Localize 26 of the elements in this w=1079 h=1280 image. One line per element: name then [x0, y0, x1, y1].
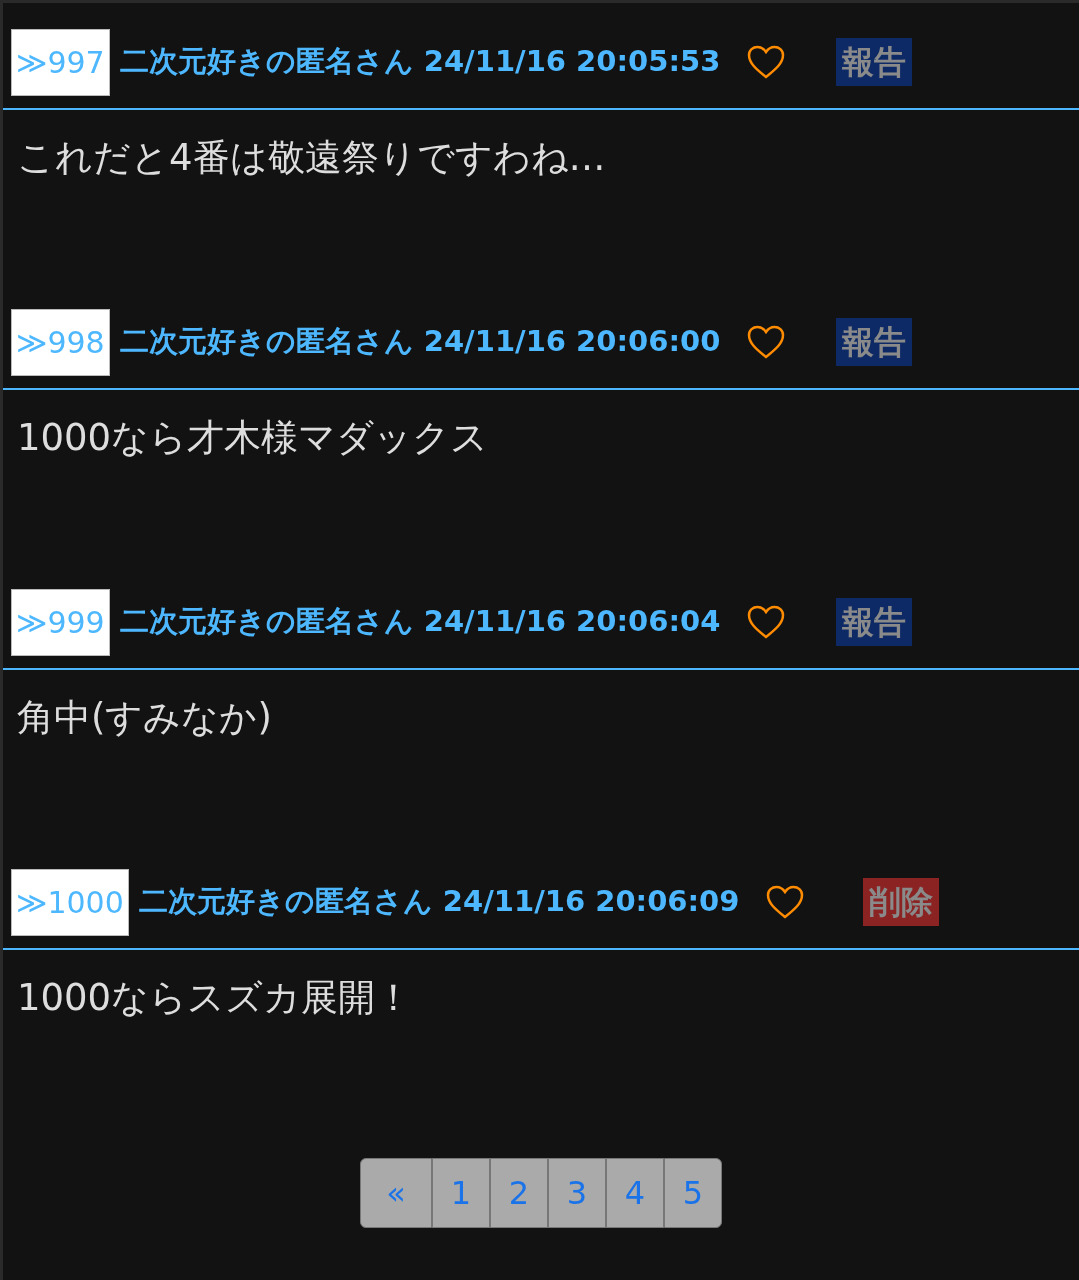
post-number-link[interactable]: ≫1000	[11, 868, 129, 936]
post-body-text: 1000なら才木様マダックス	[16, 415, 490, 461]
previous-page-button[interactable]: «	[360, 1158, 432, 1228]
page-link[interactable]: 5	[664, 1158, 722, 1228]
post-body-text: 角中(すみなか)	[16, 695, 273, 741]
post-body-text: 1000ならスズカ展開！	[16, 975, 414, 1021]
report-button[interactable]: 報告	[836, 317, 913, 367]
page-link[interactable]: 2	[490, 1158, 548, 1228]
post-number-link[interactable]: ≫999	[11, 588, 110, 656]
post-body-text: これだと4番は敬遠祭りですわね…	[16, 135, 607, 181]
delete-button[interactable]: 削除	[863, 877, 940, 927]
page-link[interactable]: 4	[606, 1158, 664, 1228]
author-and-date: 二次元好きの匿名さん 24/11/16 20:05:53	[119, 43, 721, 81]
page-link[interactable]: 1	[432, 1158, 490, 1228]
page-link[interactable]: 3	[548, 1158, 606, 1228]
heart-icon[interactable]	[746, 604, 787, 640]
author-and-date: 二次元好きの匿名さん 24/11/16 20:06:09	[138, 883, 740, 921]
report-button[interactable]: 報告	[836, 37, 913, 87]
post-number-link[interactable]: ≫997	[11, 28, 110, 96]
post-number-link[interactable]: ≫998	[11, 308, 110, 376]
heart-icon[interactable]	[746, 324, 787, 360]
report-button[interactable]: 報告	[836, 597, 913, 647]
author-and-date: 二次元好きの匿名さん 24/11/16 20:06:00	[119, 323, 721, 361]
heart-icon[interactable]	[765, 884, 806, 920]
author-and-date: 二次元好きの匿名さん 24/11/16 20:06:04	[119, 603, 721, 641]
heart-icon[interactable]	[746, 44, 787, 80]
